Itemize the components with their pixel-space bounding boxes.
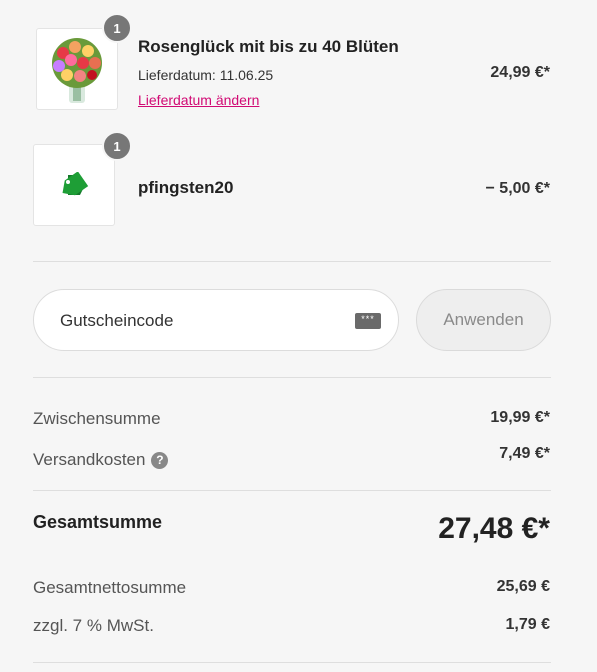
- shipping-label-text: Versandkosten: [33, 450, 146, 469]
- divider: [33, 261, 551, 262]
- voucher-thumbnail: [33, 144, 115, 226]
- vat-label: zzgl. 7 % MwSt.: [33, 616, 154, 635]
- total-value: 27,48 €*: [438, 512, 550, 545]
- shipping-label: Versandkosten?: [33, 450, 169, 470]
- product-price: 24,99 €*: [490, 64, 550, 81]
- voucher-discount: − 5,00 €*: [485, 180, 551, 197]
- voucher-input[interactable]: [60, 310, 340, 332]
- divider: [33, 662, 551, 663]
- subtotal-value: 19,99 €*: [490, 409, 550, 426]
- shipping-value: 7,49 €*: [499, 445, 550, 462]
- change-delivery-date-link[interactable]: Lieferdatum ändern: [138, 92, 259, 108]
- subtotal-label: Zwischensumme: [33, 409, 161, 428]
- quantity-badge: 1: [102, 13, 132, 43]
- divider: [33, 490, 551, 491]
- voucher-code-title: pfingsten20: [138, 178, 234, 197]
- flower-bouquet-icon: [52, 38, 102, 103]
- apply-voucher-button[interactable]: Anwenden: [416, 289, 551, 351]
- net-total-value: 25,69 €: [496, 578, 550, 595]
- divider: [33, 377, 551, 378]
- vat-value: 1,79 €: [505, 616, 550, 633]
- product-thumbnail[interactable]: [36, 28, 118, 110]
- quantity-badge: 1: [102, 131, 132, 161]
- password-manager-icon[interactable]: ***: [355, 313, 381, 329]
- voucher-field[interactable]: ***: [33, 289, 399, 351]
- delivery-date: Lieferdatum: 11.06.25: [138, 67, 274, 83]
- help-icon[interactable]: ?: [151, 451, 169, 469]
- price-tag-icon: [62, 172, 89, 196]
- product-title: Rosenglück mit bis zu 40 Blüten: [138, 37, 399, 56]
- net-total-label: Gesamtnettosumme: [33, 578, 187, 597]
- total-label: Gesamtsumme: [33, 512, 163, 532]
